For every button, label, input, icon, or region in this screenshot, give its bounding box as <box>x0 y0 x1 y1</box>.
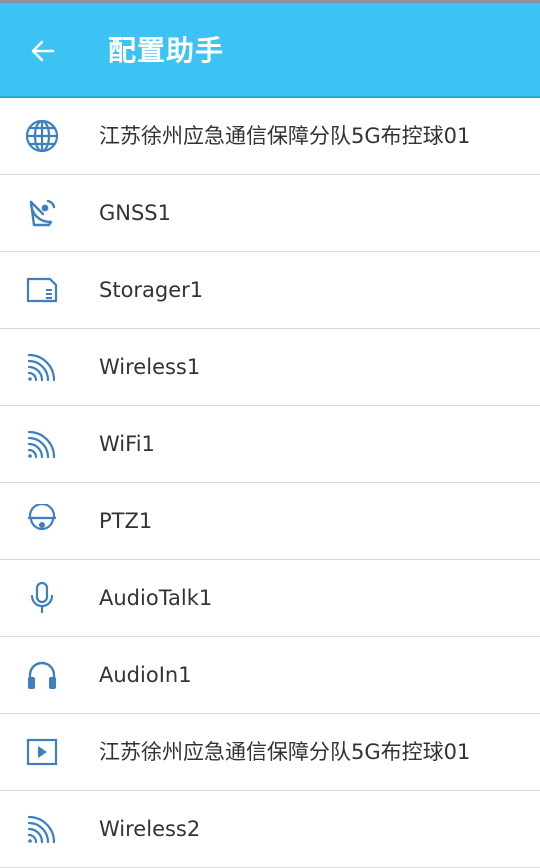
dome-camera-icon <box>23 502 61 540</box>
config-list: 江苏徐州应急通信保障分队5G布控球01 GNSS1 Storager1 Wire… <box>0 98 540 868</box>
signal-wave-icon <box>23 348 61 386</box>
sd-card-icon <box>23 271 61 309</box>
list-item[interactable]: Storager1 <box>0 252 540 329</box>
list-item-label: 江苏徐州应急通信保障分队5G布控球01 <box>99 124 471 148</box>
satellite-dish-icon <box>23 194 61 232</box>
list-item-label: 江苏徐州应急通信保障分队5G布控球01 <box>99 740 471 764</box>
signal-wave-icon <box>23 810 61 848</box>
back-button[interactable] <box>22 31 62 71</box>
list-item-label: PTZ1 <box>99 509 153 533</box>
list-item[interactable]: PTZ1 <box>0 483 540 560</box>
list-item-label: Storager1 <box>99 278 204 302</box>
list-item[interactable]: AudioIn1 <box>0 637 540 714</box>
list-item-label: AudioIn1 <box>99 663 192 687</box>
list-item[interactable]: Wireless1 <box>0 329 540 406</box>
video-play-icon <box>23 733 61 771</box>
page-title: 配置助手 <box>108 34 225 67</box>
arrow-left-icon <box>29 39 55 63</box>
list-item[interactable]: GNSS1 <box>0 175 540 252</box>
microphone-icon <box>23 579 61 617</box>
list-item-label: Wireless2 <box>99 817 201 841</box>
list-item[interactable]: Wireless2 <box>0 791 540 868</box>
list-item[interactable]: AudioTalk1 <box>0 560 540 637</box>
globe-icon <box>23 117 61 155</box>
list-item[interactable]: 江苏徐州应急通信保障分队5G布控球01 <box>0 714 540 791</box>
headphones-icon <box>23 656 61 694</box>
list-item-label: GNSS1 <box>99 201 172 225</box>
list-item-label: AudioTalk1 <box>99 586 213 610</box>
app-header: 配置助手 <box>0 3 540 98</box>
list-item-label: WiFi1 <box>99 432 155 456</box>
list-item[interactable]: 江苏徐州应急通信保障分队5G布控球01 <box>0 98 540 175</box>
list-item-label: Wireless1 <box>99 355 201 379</box>
list-item[interactable]: WiFi1 <box>0 406 540 483</box>
signal-wave-icon <box>23 425 61 463</box>
